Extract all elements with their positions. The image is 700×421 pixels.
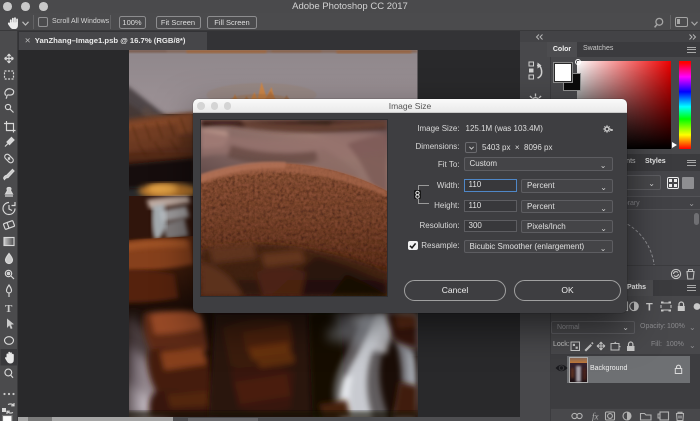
- svg-text:T: T: [646, 301, 653, 312]
- svg-text:T: T: [5, 303, 13, 315]
- svg-text:fx: fx: [592, 411, 599, 421]
